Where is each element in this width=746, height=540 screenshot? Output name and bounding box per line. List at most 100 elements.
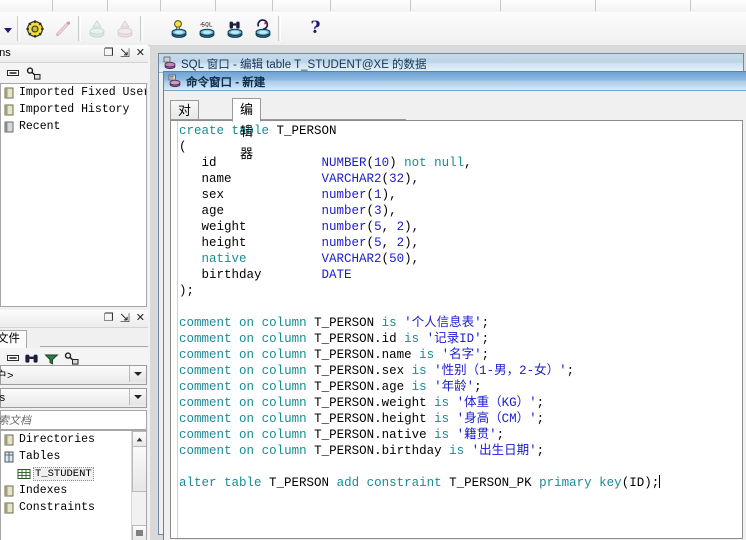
code-token: '年龄'	[434, 380, 475, 394]
code-token: is	[419, 348, 435, 362]
close-icon[interactable]: ✕	[136, 311, 145, 325]
wand-button[interactable]	[50, 16, 75, 41]
code-token: comment	[179, 364, 232, 378]
sql-database-icon: SQL	[199, 21, 214, 38]
tree-vertical-scrollbar[interactable]	[131, 431, 146, 540]
list-item[interactable]: Imported Fixed Users	[1, 84, 146, 101]
rollback-database-button[interactable]	[250, 16, 275, 41]
code-token: column	[261, 364, 307, 378]
code-token: ),	[404, 220, 420, 234]
code-line: birthday DATE	[179, 267, 742, 283]
code-token: column	[261, 428, 307, 442]
list-item-label: Imported Fixed Users	[19, 86, 147, 99]
code-token: ,	[381, 236, 397, 250]
chevron-down-icon[interactable]	[4, 28, 12, 33]
new-command-window-button[interactable]	[166, 16, 191, 41]
collapse-icon[interactable]	[4, 350, 22, 366]
scroll-down-button[interactable]	[132, 525, 146, 540]
chevron-down-icon[interactable]	[129, 366, 146, 382]
tab-dialog[interactable]: 对话框	[170, 100, 200, 158]
code-token: '体重（KG）'	[456, 396, 537, 410]
code-token: comment	[179, 428, 232, 442]
search-input[interactable]: 搜索文档	[0, 410, 147, 430]
code-token: comment	[179, 332, 232, 346]
collapse-glyph	[7, 70, 19, 76]
code-token: ),	[404, 252, 420, 266]
code-line: comment on column T_PERSON.id is '记录ID';	[179, 331, 742, 347]
code-token: 3	[374, 204, 382, 218]
object-browser-tree[interactable]: Directories Tables T_STUDENT Indexes Con…	[0, 430, 147, 540]
connections-tree[interactable]: Imported Fixed Users Imported History Re…	[0, 83, 147, 307]
code-line: id NUMBER(10) not null,	[179, 155, 742, 171]
folder-icon	[3, 434, 16, 446]
code-token: DATE	[321, 268, 352, 282]
sql-window-title: SQL 窗口 - 编辑 table T_STUDENT@XE 的数据	[181, 59, 427, 71]
code-token: T_PERSON.native	[306, 428, 435, 442]
code-token: is	[449, 444, 465, 458]
code-token: on	[239, 428, 255, 442]
tree-row[interactable]: Directories	[1, 431, 146, 448]
command-window-icon	[168, 74, 182, 88]
code-token: ;	[481, 348, 490, 362]
help-button[interactable]: ?	[303, 16, 328, 41]
user-select[interactable]: 用户>	[0, 365, 147, 385]
browser-tabstrip: 文件	[0, 328, 148, 348]
pin-icon[interactable]: ⇲	[120, 311, 130, 325]
chevron-down-icon[interactable]	[129, 389, 146, 405]
command-window[interactable]: 命令窗口 - 新建 对话框 编辑器 create table T_PERSON(…	[163, 71, 746, 540]
code-token: number	[321, 188, 367, 202]
tree-row[interactable]: Constraints	[1, 499, 146, 516]
code-line: weight number(5, 2),	[179, 219, 742, 235]
folder-icon	[3, 485, 16, 497]
key-user-icon[interactable]	[62, 350, 80, 366]
tree-row[interactable]: Tables	[1, 448, 146, 465]
key-user-icon[interactable]	[24, 65, 42, 81]
new-sql-window-button[interactable]: SQL	[194, 16, 219, 41]
folder-icon	[3, 87, 16, 99]
scroll-thumb[interactable]	[132, 446, 146, 492]
code-token: on	[239, 444, 255, 458]
gear-settings-button[interactable]	[22, 16, 47, 41]
filter-icon[interactable]	[42, 350, 60, 366]
tab-editor[interactable]: 编辑器	[232, 98, 262, 161]
code-line: alter table T_PERSON add constraint T_PE…	[179, 475, 742, 491]
collapse-icon[interactable]	[4, 65, 22, 81]
sql-editor-pane[interactable]: create table T_PERSON( id NUMBER(10) not…	[170, 120, 743, 539]
tab-files[interactable]: 文件	[0, 330, 27, 348]
code-line: comment on column T_PERSON.height is '身高…	[179, 411, 742, 427]
sql-editor-text[interactable]: create table T_PERSON( id NUMBER(10) not…	[179, 123, 742, 538]
tree-row-t-student[interactable]: T_STUDENT	[1, 465, 146, 482]
minimize-icon[interactable]: ❐	[104, 311, 114, 325]
code-token: (	[366, 220, 375, 234]
code-token: T_PERSON_PK	[441, 476, 540, 490]
table-folder-icon	[3, 451, 16, 463]
find-database-button[interactable]	[222, 16, 247, 41]
list-item[interactable]: Recent	[1, 118, 146, 135]
list-item-label: Recent	[19, 120, 61, 133]
code-token: T_PERSON.age	[306, 380, 412, 394]
close-icon[interactable]: ✕	[136, 46, 145, 60]
scroll-up-button[interactable]	[132, 431, 146, 447]
pin-icon[interactable]: ⇲	[120, 46, 130, 60]
command-window-titlebar[interactable]: 命令窗口 - 新建	[164, 72, 746, 91]
folder-icon	[3, 121, 16, 133]
tree-row[interactable]: Indexes	[1, 482, 146, 499]
code-token: is	[404, 332, 420, 346]
binoculars-icon[interactable]	[22, 350, 40, 366]
code-token: ;	[481, 316, 490, 330]
code-token: (	[366, 204, 375, 218]
objects-select[interactable]: ects	[0, 388, 147, 408]
minimize-icon[interactable]: ❐	[104, 46, 114, 60]
list-item[interactable]: Imported History	[1, 101, 146, 118]
